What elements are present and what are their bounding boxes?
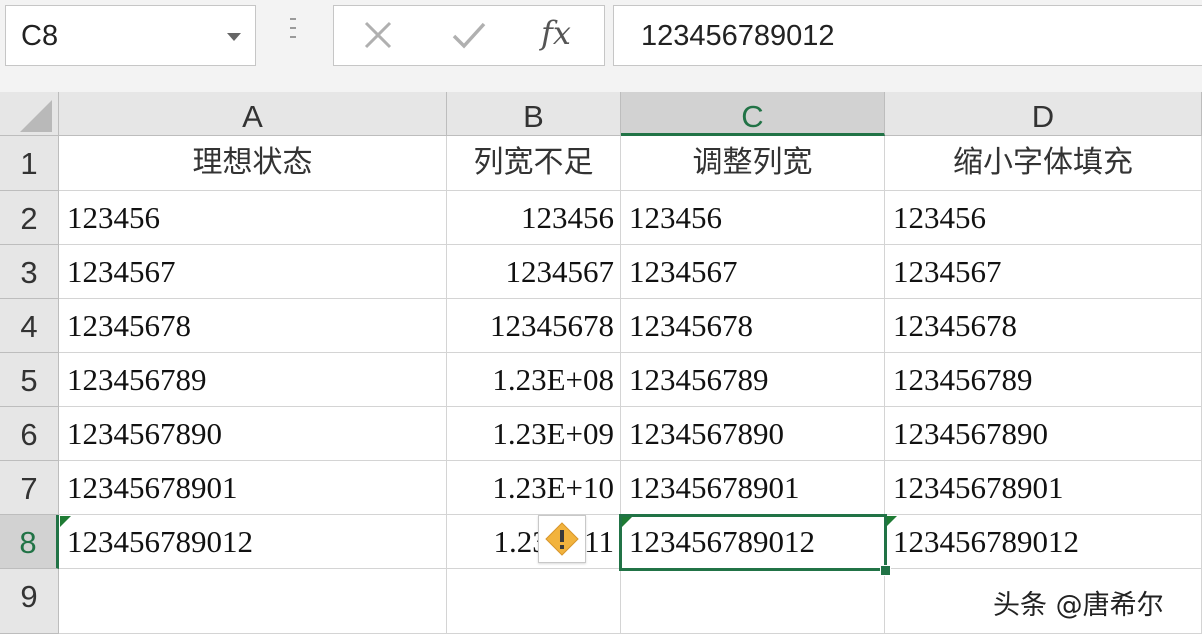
insert-function-button[interactable]: fx xyxy=(541,14,571,52)
cell-a8[interactable]: 123456789012 xyxy=(59,515,447,569)
cell-c3[interactable]: 1234567 xyxy=(621,245,885,299)
cell-b7[interactable]: 1.23E+10 xyxy=(447,461,621,515)
column-header-d[interactable]: D xyxy=(885,92,1202,136)
cell-c2[interactable]: 123456 xyxy=(621,191,885,245)
cell-a3[interactable]: 1234567 xyxy=(59,245,447,299)
row-header-3[interactable]: 3 xyxy=(0,245,59,299)
cell-d4[interactable]: 12345678 xyxy=(885,299,1202,353)
cell-d8-value: 123456789012 xyxy=(893,524,1079,559)
row-header-1[interactable]: 1 xyxy=(0,136,59,191)
cell-c6[interactable]: 1234567890 xyxy=(621,407,885,461)
error-indicator-icon xyxy=(886,516,897,527)
row-header-9[interactable]: 9 xyxy=(0,569,59,634)
close-icon xyxy=(363,20,393,50)
formula-value[interactable]: 123456789012 xyxy=(641,20,835,53)
formula-input[interactable]: 123456789012 xyxy=(613,5,1202,66)
cell-a6[interactable]: 1234567890 xyxy=(59,407,447,461)
check-icon xyxy=(452,20,486,50)
formula-bar: C8 fx 123456789012 xyxy=(0,0,1202,92)
cell-b5[interactable]: 1.23E+08 xyxy=(447,353,621,407)
cell-b6[interactable]: 1.23E+09 xyxy=(447,407,621,461)
cell-c4[interactable]: 12345678 xyxy=(621,299,885,353)
name-box-value[interactable]: C8 xyxy=(21,20,58,53)
cell-a2[interactable]: 123456 xyxy=(59,191,447,245)
row-header-6[interactable]: 6 xyxy=(0,407,59,461)
cell-a5[interactable]: 123456789 xyxy=(59,353,447,407)
drag-handle-icon[interactable] xyxy=(289,18,297,50)
column-header-b[interactable]: B xyxy=(447,92,621,136)
warning-icon xyxy=(545,522,579,556)
enter-button[interactable] xyxy=(437,6,497,65)
error-indicator-icon xyxy=(60,516,71,527)
cell-b1[interactable]: 列宽不足 xyxy=(447,136,621,191)
row-header-4[interactable]: 4 xyxy=(0,299,59,353)
row-header-7[interactable]: 7 xyxy=(0,461,59,515)
watermark: 头条 @唐希尔 xyxy=(993,583,1164,622)
worksheet-grid: A B C D 1 2 3 4 5 6 7 8 9 理想状态 列宽不足 调整列宽… xyxy=(0,92,1202,634)
cell-d1[interactable]: 缩小字体填充 xyxy=(885,136,1202,191)
fill-handle[interactable] xyxy=(880,565,891,576)
cell-a1[interactable]: 理想状态 xyxy=(59,136,447,191)
cell-c9[interactable] xyxy=(621,569,885,634)
select-all-icon xyxy=(20,100,52,132)
row-header-2[interactable]: 2 xyxy=(0,191,59,245)
cell-b3[interactable]: 1234567 xyxy=(447,245,621,299)
row-header-8[interactable]: 8 xyxy=(0,515,59,569)
cancel-button[interactable] xyxy=(348,6,408,65)
cell-d5[interactable]: 123456789 xyxy=(885,353,1202,407)
column-header-c[interactable]: C xyxy=(621,92,885,136)
cell-d7[interactable]: 12345678901 xyxy=(885,461,1202,515)
error-options-button[interactable] xyxy=(538,515,586,563)
cell-b4[interactable]: 12345678 xyxy=(447,299,621,353)
select-all-button[interactable] xyxy=(0,92,59,136)
cell-c8[interactable]: 123456789012 xyxy=(621,515,885,569)
cell-d6[interactable]: 1234567890 xyxy=(885,407,1202,461)
cell-d3[interactable]: 1234567 xyxy=(885,245,1202,299)
cell-d2[interactable]: 123456 xyxy=(885,191,1202,245)
row-header-5[interactable]: 5 xyxy=(0,353,59,407)
error-indicator-icon xyxy=(622,516,633,527)
name-box[interactable]: C8 xyxy=(5,5,256,66)
cell-a9[interactable] xyxy=(59,569,447,634)
cell-d8[interactable]: 123456789012 xyxy=(885,515,1202,569)
column-header-a[interactable]: A xyxy=(59,92,447,136)
cell-a4[interactable]: 12345678 xyxy=(59,299,447,353)
cell-b2[interactable]: 123456 xyxy=(447,191,621,245)
chevron-down-icon[interactable] xyxy=(227,33,241,41)
cell-c8-value: 123456789012 xyxy=(629,524,815,559)
cell-c1[interactable]: 调整列宽 xyxy=(621,136,885,191)
cell-b8[interactable]: 1.23E+11 xyxy=(447,515,621,569)
formula-buttons: fx xyxy=(333,5,605,66)
cell-a7[interactable]: 12345678901 xyxy=(59,461,447,515)
cell-a8-value: 123456789012 xyxy=(67,524,253,559)
cell-b9[interactable] xyxy=(447,569,621,634)
cell-c5[interactable]: 123456789 xyxy=(621,353,885,407)
cell-c7[interactable]: 12345678901 xyxy=(621,461,885,515)
